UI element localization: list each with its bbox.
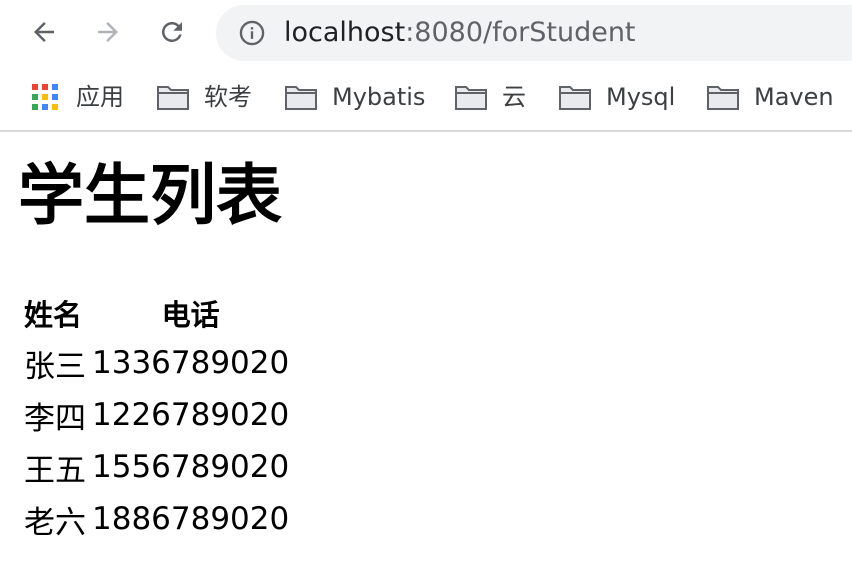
- bookmark-folder-cloud[interactable]: 云: [454, 81, 526, 113]
- student-phone-cell: 1556789020: [92, 449, 290, 485]
- folder-icon: [559, 86, 591, 110]
- url-text[interactable]: localhost:8080/forStudent: [284, 17, 636, 49]
- bookmark-apps[interactable]: 应用: [30, 81, 124, 113]
- folder-icon: [285, 86, 317, 110]
- column-header-phone: 电话: [161, 298, 220, 332]
- address-bar[interactable]: localhost:8080/forStudent: [216, 5, 852, 61]
- folder-icon: [707, 86, 739, 110]
- bookmark-label: 软考: [204, 83, 252, 111]
- bookmark-label: Mysql: [606, 83, 676, 111]
- student-name-cell: 李四: [24, 400, 86, 437]
- browser-toolbar: localhost:8080/forStudent: [0, 0, 852, 66]
- student-name-cell: 老六: [24, 504, 86, 541]
- student-name-cell: 王五: [24, 452, 86, 489]
- apps-grid-icon: [32, 84, 58, 110]
- forward-button[interactable]: [90, 14, 126, 50]
- bookmark-label: Mybatis: [332, 83, 426, 111]
- page-title: 学生列表: [18, 157, 282, 234]
- table-row: 张三 1336789020: [22, 338, 291, 388]
- back-button[interactable]: [26, 14, 62, 50]
- bookmark-folder-maven[interactable]: Maven: [706, 81, 834, 113]
- reload-button[interactable]: [154, 14, 190, 50]
- student-name-cell: 张三: [24, 348, 86, 385]
- table-row: 王五 1556789020: [22, 442, 291, 492]
- reload-icon: [161, 21, 182, 42]
- url-path: :8080/forStudent: [405, 17, 636, 48]
- bookmark-folder-mybatis[interactable]: Mybatis: [284, 81, 425, 113]
- back-arrow-icon: [34, 22, 54, 42]
- url-host: localhost: [284, 17, 406, 48]
- table-header-row: 姓名 电话: [22, 290, 291, 336]
- bookmarks-bar: 应用 软考 Mybatis 云 Mysql Maven: [0, 66, 852, 132]
- folder-icon: [455, 86, 487, 110]
- folder-icon: [157, 86, 189, 110]
- student-table: 姓名 电话 张三 1336789020 李四 1226789020 王五 155…: [20, 288, 293, 546]
- bookmark-label: 云: [502, 83, 526, 111]
- student-phone-cell: 1336789020: [92, 345, 290, 381]
- student-phone-cell: 1226789020: [92, 397, 290, 433]
- student-phone-cell: 1886789020: [92, 501, 290, 537]
- table-row: 李四 1226789020: [22, 390, 291, 440]
- table-row: 老六 1886789020: [22, 494, 291, 544]
- bookmark-label: Maven: [754, 83, 834, 111]
- bookmark-folder-mysql[interactable]: Mysql: [558, 81, 675, 113]
- column-header-name: 姓名: [24, 298, 83, 332]
- bookmark-folder-ruankao[interactable]: 软考: [156, 81, 252, 113]
- bookmark-label: 应用: [76, 83, 124, 111]
- forward-arrow-icon: [98, 22, 118, 42]
- site-info-icon[interactable]: [238, 19, 266, 47]
